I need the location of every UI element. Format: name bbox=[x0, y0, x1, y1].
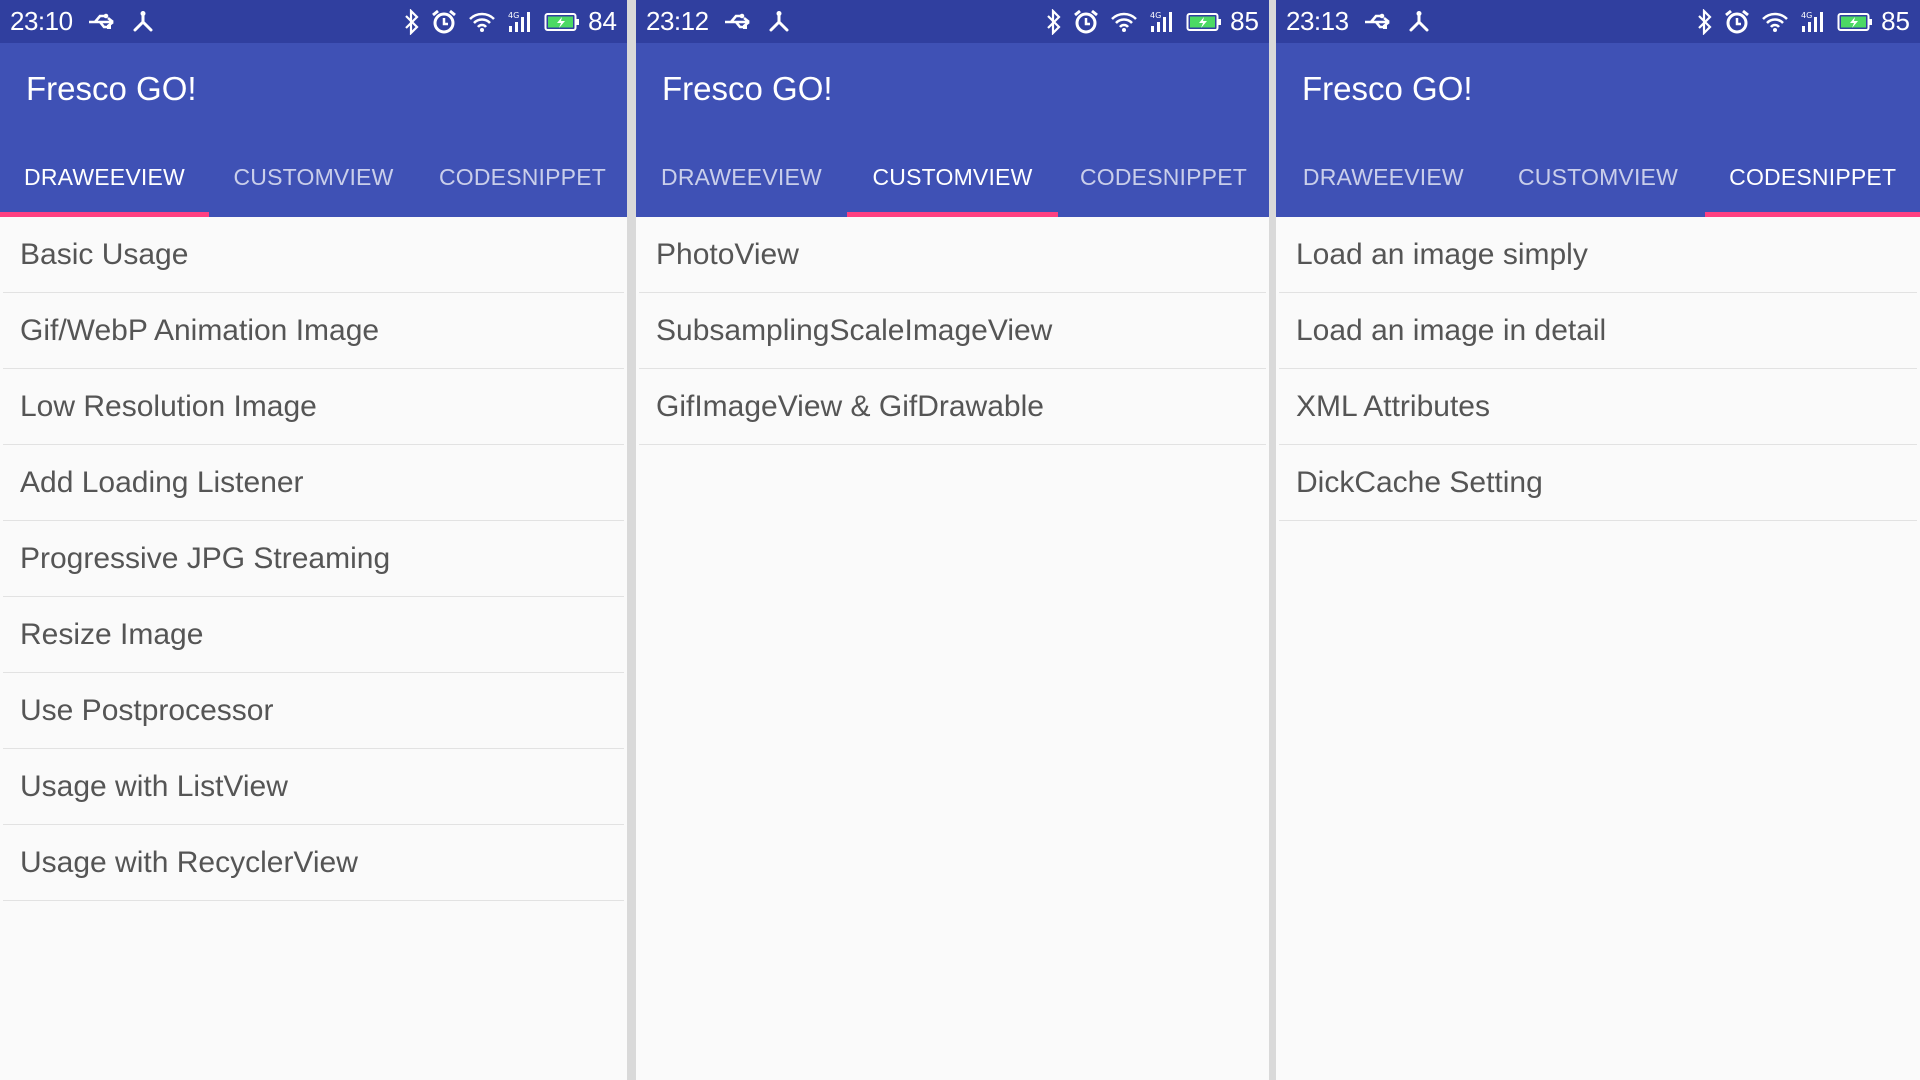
list-item[interactable]: Usage with ListView bbox=[3, 749, 624, 825]
phone-screen-codesnippet: 23:13 4G 85 Fresco GO! DRAWEEVIEW CUSTOM… bbox=[1276, 0, 1920, 1080]
usb-icon bbox=[1363, 12, 1395, 32]
list-item[interactable]: Basic Usage bbox=[3, 217, 624, 293]
list: Load an image simply Load an image in de… bbox=[1276, 217, 1920, 521]
list-item[interactable]: Usage with RecyclerView bbox=[3, 825, 624, 901]
alarm-icon bbox=[431, 9, 457, 35]
wifi-icon bbox=[1761, 11, 1789, 33]
battery-icon bbox=[1186, 12, 1222, 32]
list: PhotoView SubsamplingScaleImageView GifI… bbox=[636, 217, 1269, 445]
tab-codesnippet[interactable]: CODESNIPPET bbox=[1705, 137, 1920, 217]
debug-icon bbox=[1407, 10, 1431, 34]
svg-text:4G: 4G bbox=[1801, 11, 1812, 20]
phone-screen-draweeview: 23:10 4G 84 Fresco GO! DRAWEEVIEW CUSTOM… bbox=[0, 0, 627, 1080]
list-item[interactable]: DickCache Setting bbox=[1279, 445, 1917, 521]
app-title: Fresco GO! bbox=[662, 70, 833, 107]
status-bar: 23:10 4G 84 bbox=[0, 0, 627, 43]
app-title: Fresco GO! bbox=[26, 70, 197, 107]
tab-customview[interactable]: CUSTOMVIEW bbox=[209, 137, 418, 217]
list-item[interactable]: PhotoView bbox=[639, 217, 1266, 293]
list-item[interactable]: SubsamplingScaleImageView bbox=[639, 293, 1266, 369]
tab-bar: DRAWEEVIEW CUSTOMVIEW CODESNIPPET bbox=[1276, 137, 1920, 217]
list-item[interactable]: Low Resolution Image bbox=[3, 369, 624, 445]
phone-screen-customview: 23:12 4G 85 Fresco GO! DRAWEEVIEW CUSTOM… bbox=[636, 0, 1269, 1080]
battery-percent: 85 bbox=[1230, 6, 1259, 36]
tab-bar: DRAWEEVIEW CUSTOMVIEW CODESNIPPET bbox=[636, 137, 1269, 217]
status-time: 23:10 bbox=[10, 6, 73, 36]
bluetooth-icon bbox=[404, 8, 420, 35]
svg-text:4G: 4G bbox=[1150, 11, 1161, 20]
list-item[interactable]: Use Postprocessor bbox=[3, 673, 624, 749]
status-bar: 23:12 4G 85 bbox=[636, 0, 1269, 43]
battery-percent: 85 bbox=[1881, 6, 1910, 36]
tab-codesnippet[interactable]: CODESNIPPET bbox=[418, 137, 627, 217]
list-item[interactable]: XML Attributes bbox=[1279, 369, 1917, 445]
status-time: 23:13 bbox=[1286, 6, 1349, 36]
app-bar: Fresco GO! DRAWEEVIEW CUSTOMVIEW CODESNI… bbox=[1276, 43, 1920, 217]
signal-4g-icon: 4G bbox=[1149, 10, 1175, 34]
status-bar: 23:13 4G 85 bbox=[1276, 0, 1920, 43]
list-item[interactable]: GifImageView & GifDrawable bbox=[639, 369, 1266, 445]
alarm-icon bbox=[1724, 9, 1750, 35]
status-time: 23:12 bbox=[646, 6, 709, 36]
list-item[interactable]: Gif/WebP Animation Image bbox=[3, 293, 624, 369]
usb-icon bbox=[87, 12, 119, 32]
tab-customview[interactable]: CUSTOMVIEW bbox=[847, 137, 1058, 217]
list-item[interactable]: Add Loading Listener bbox=[3, 445, 624, 521]
tab-draweeview[interactable]: DRAWEEVIEW bbox=[636, 137, 847, 217]
signal-4g-icon: 4G bbox=[1800, 10, 1826, 34]
battery-percent: 84 bbox=[588, 6, 617, 36]
usb-icon bbox=[723, 12, 755, 32]
alarm-icon bbox=[1073, 9, 1099, 35]
list: Basic Usage Gif/WebP Animation Image Low… bbox=[0, 217, 627, 901]
list-item[interactable]: Load an image simply bbox=[1279, 217, 1917, 293]
signal-4g-icon: 4G bbox=[507, 10, 533, 34]
list-item[interactable]: Progressive JPG Streaming bbox=[3, 521, 624, 597]
debug-icon bbox=[767, 10, 791, 34]
bluetooth-icon bbox=[1697, 8, 1713, 35]
tab-draweeview[interactable]: DRAWEEVIEW bbox=[1276, 137, 1491, 217]
app-title: Fresco GO! bbox=[1302, 70, 1473, 107]
tab-bar: DRAWEEVIEW CUSTOMVIEW CODESNIPPET bbox=[0, 137, 627, 217]
tab-codesnippet[interactable]: CODESNIPPET bbox=[1058, 137, 1269, 217]
debug-icon bbox=[131, 10, 155, 34]
tab-draweeview[interactable]: DRAWEEVIEW bbox=[0, 137, 209, 217]
bluetooth-icon bbox=[1046, 8, 1062, 35]
battery-icon bbox=[544, 12, 580, 32]
app-bar: Fresco GO! DRAWEEVIEW CUSTOMVIEW CODESNI… bbox=[636, 43, 1269, 217]
wifi-icon bbox=[1110, 11, 1138, 33]
list-item[interactable]: Load an image in detail bbox=[1279, 293, 1917, 369]
tab-customview[interactable]: CUSTOMVIEW bbox=[1491, 137, 1706, 217]
wifi-icon bbox=[468, 11, 496, 33]
battery-icon bbox=[1837, 12, 1873, 32]
list-item[interactable]: Resize Image bbox=[3, 597, 624, 673]
app-bar: Fresco GO! DRAWEEVIEW CUSTOMVIEW CODESNI… bbox=[0, 43, 627, 217]
svg-text:4G: 4G bbox=[508, 11, 519, 20]
